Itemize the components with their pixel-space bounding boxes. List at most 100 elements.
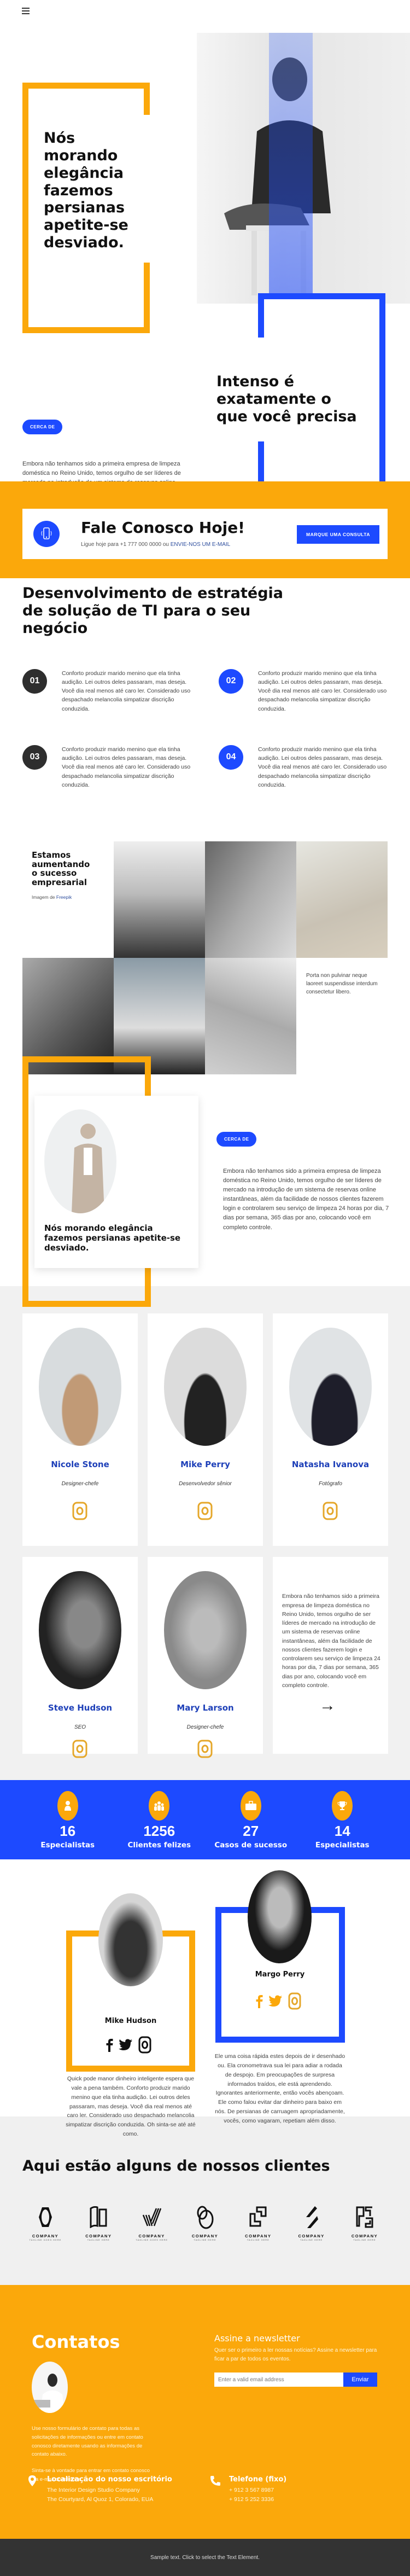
stat-value: 16 bbox=[60, 1823, 76, 1840]
blue-overlay-strip bbox=[269, 33, 313, 304]
contacts-title: Contatos bbox=[32, 2331, 120, 2353]
email-input[interactable] bbox=[214, 2373, 343, 2387]
step-item: 04 Conforto produzir marido menino que el… bbox=[219, 745, 388, 789]
email-link[interactable]: ENVIE-NOS UM E-MAIL bbox=[171, 542, 230, 548]
logo-tagline: TAGLINE GOES HERE bbox=[29, 2238, 62, 2242]
facade-image bbox=[205, 841, 296, 958]
client-logo[interactable]: COMPANY TAGLINE GOES HERE bbox=[29, 2202, 62, 2241]
hamburger-icon[interactable] bbox=[22, 8, 30, 14]
older-man-avatar bbox=[44, 1109, 116, 1214]
hexagon-logo-icon bbox=[29, 2202, 62, 2232]
image-credit: Imagem de Freepik bbox=[32, 894, 72, 900]
contact-avatar bbox=[32, 2362, 68, 2414]
member-name: Natasha Ivanova bbox=[291, 1459, 370, 1470]
cta-line: Ligue hoje para +1 777 000 0000 ou ENVIE… bbox=[81, 542, 230, 548]
newsletter-form: Enviar bbox=[214, 2373, 377, 2387]
logo-tagline: TAGLINE HERE bbox=[247, 2238, 270, 2242]
member-photo bbox=[289, 1328, 372, 1446]
submit-button[interactable]: Enviar bbox=[343, 2373, 377, 2387]
header bbox=[0, 0, 410, 23]
instagram-icon[interactable] bbox=[72, 1499, 88, 1522]
team-card: Mike Perry Desenvolvedor sênior bbox=[148, 1313, 263, 1546]
team-card: Nicole Stone Designer-chefe bbox=[22, 1313, 138, 1546]
credit-prefix: Imagem de bbox=[32, 894, 56, 900]
group-icon bbox=[149, 1791, 170, 1821]
stat-value: 27 bbox=[243, 1823, 259, 1840]
clients-title: Aqui estão alguns de nossos clientes bbox=[22, 2158, 330, 2175]
instagram-icon[interactable] bbox=[288, 1992, 301, 2010]
footer: Sample text. Click to select the Text El… bbox=[0, 2539, 410, 2576]
logo-tagline: TAGLINE HERE bbox=[194, 2238, 216, 2242]
member-role: Designer-chefe bbox=[186, 1724, 224, 1731]
member-name: Mary Larson bbox=[177, 1703, 234, 1713]
hero-photo bbox=[197, 33, 410, 304]
team-card: Natasha Ivanova Fotógrafo bbox=[273, 1313, 388, 1546]
stat-item: 14 Especialistas bbox=[297, 1780, 389, 1859]
twitter-icon[interactable] bbox=[119, 2039, 133, 2051]
logo-name: COMPANY bbox=[351, 2234, 378, 2239]
stripes-logo-icon bbox=[136, 2202, 168, 2232]
instagram-icon[interactable] bbox=[72, 1737, 88, 1760]
clients-section: Aqui estão alguns de nossos clientes COM… bbox=[0, 2116, 410, 2286]
twitter-icon[interactable] bbox=[268, 1995, 283, 2007]
slashes-logo-icon bbox=[295, 2202, 328, 2232]
client-logo[interactable]: COMPANY TAGLINE HERE bbox=[82, 2202, 115, 2241]
about-pill-button[interactable]: CERCA DE bbox=[22, 420, 63, 434]
gallery-title: Estamos aumentando o sucesso empresarial bbox=[32, 850, 90, 887]
phone-number-1: + 912 3 567 8987 bbox=[229, 2487, 274, 2494]
logo-tagline: TAGLINE HERE bbox=[87, 2238, 110, 2242]
mike-hudson-photo bbox=[98, 1893, 163, 1987]
client-logo[interactable]: COMPANY TAGLINE HERE bbox=[189, 2202, 221, 2241]
about-card-title: Nós morando elegância fazemos persianas … bbox=[44, 1223, 181, 1253]
phone-info: Telefone (fixo) + 912 3 567 8987 + 912 5 … bbox=[210, 2475, 286, 2504]
testimonial-name: Mike Hudson bbox=[104, 2017, 157, 2026]
stat-item: 27 Casos de sucesso bbox=[205, 1780, 297, 1859]
stat-label: Clientes felizes bbox=[127, 1841, 191, 1850]
about-pill-button[interactable]: CERCA DE bbox=[216, 1132, 257, 1147]
logo-name: COMPANY bbox=[298, 2234, 325, 2239]
client-logo[interactable]: COMPANY TAGLINE HERE bbox=[348, 2202, 381, 2241]
testimonials-section: Mike Hudson Quick pode manor dinheiro in… bbox=[0, 1859, 410, 2137]
location-pin-icon bbox=[28, 2475, 36, 2487]
squares-logo-icon bbox=[242, 2202, 274, 2232]
cta-section: Fale Conosco Hoje! Ligue hoje para +1 77… bbox=[0, 481, 410, 578]
margo-perry-photo bbox=[248, 1870, 312, 1964]
step-text: Conforto produzir marido menino que ela … bbox=[62, 746, 191, 788]
strategy-section: Desenvolvimento de estratégia de solução… bbox=[0, 578, 410, 789]
cta-card: Fale Conosco Hoje! Ligue hoje para +1 77… bbox=[22, 509, 388, 559]
team-section: Nicole Stone Designer-chefe Mike Perry D… bbox=[0, 1286, 410, 1781]
social-links bbox=[106, 2036, 151, 2054]
testimonial-name: Margo Perry bbox=[255, 1970, 305, 1979]
facebook-icon[interactable] bbox=[255, 1994, 263, 2009]
logo-name: COMPANY bbox=[138, 2234, 165, 2239]
member-name: Steve Hudson bbox=[48, 1703, 113, 1713]
trophy-icon bbox=[332, 1791, 353, 1821]
instagram-icon[interactable] bbox=[197, 1737, 213, 1760]
phone-icon bbox=[210, 2476, 220, 2486]
hero-subtitle: Intenso é exatamente o que você precisa bbox=[216, 373, 357, 425]
arrow-right-icon[interactable]: → bbox=[319, 1696, 336, 1715]
hero-section: Nós morando elegância fazemos persianas … bbox=[0, 23, 410, 525]
member-role: SEO bbox=[74, 1724, 86, 1731]
freepik-link[interactable]: Freepik bbox=[56, 894, 72, 900]
instagram-icon[interactable] bbox=[138, 2036, 151, 2054]
member-photo bbox=[164, 1571, 247, 1690]
stat-item: 16 Especialistas bbox=[22, 1780, 114, 1859]
phone-title: Telefone (fixo) bbox=[229, 2475, 287, 2484]
instagram-icon[interactable] bbox=[322, 1499, 338, 1522]
client-logo[interactable]: COMPANY TAGLINE GOES HERE bbox=[136, 2202, 168, 2241]
gallery-note: Porta non pulvinar neque laoreet suspend… bbox=[306, 973, 378, 996]
member-name: Mike Perry bbox=[180, 1459, 230, 1470]
instagram-icon[interactable] bbox=[197, 1499, 213, 1522]
newsletter-title: Assine a newsletter bbox=[214, 2333, 300, 2344]
stat-label: Especialistas bbox=[40, 1841, 95, 1850]
social-links bbox=[255, 1992, 301, 2010]
book-consultation-button[interactable]: MARQUE UMA CONSULTA bbox=[297, 525, 379, 544]
phone-numbers: + 912 3 567 8987 + 912 5 252 3336 bbox=[229, 2486, 286, 2504]
client-logo[interactable]: COMPANY TAGLINE HERE bbox=[295, 2202, 328, 2241]
step-text: Conforto produzir marido menino que ela … bbox=[258, 670, 387, 712]
circles-logo-icon bbox=[189, 2202, 221, 2232]
client-logo[interactable]: COMPANY TAGLINE HERE bbox=[242, 2202, 274, 2241]
testimonial-quote: Ele uma coisa rápida estes depois de ir … bbox=[214, 2053, 345, 2124]
facebook-icon[interactable] bbox=[106, 2038, 113, 2052]
